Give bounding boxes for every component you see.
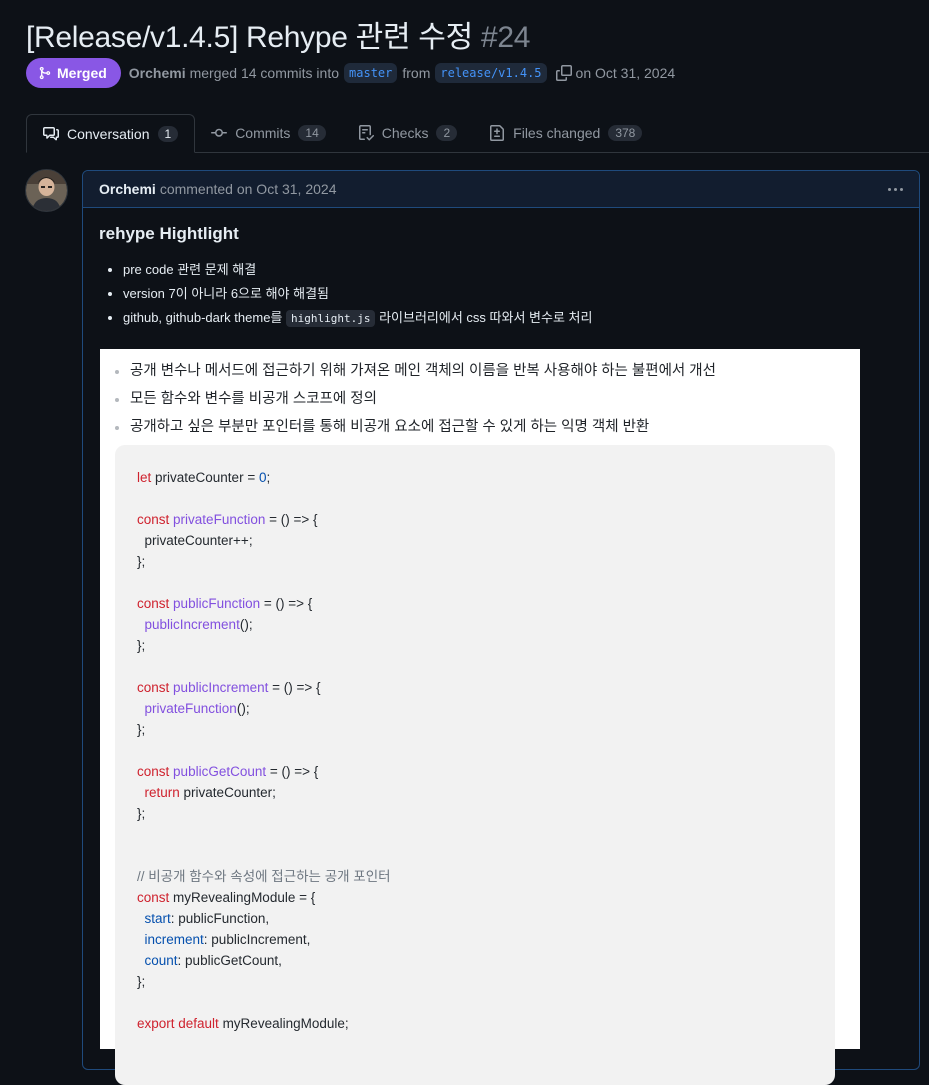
tab-checks[interactable]: Checks 2 — [342, 114, 473, 152]
code-token: privateFunction — [173, 512, 266, 527]
comment-list: pre code 관련 문제 해결 version 7이 아니라 6으로 해야 … — [99, 258, 903, 331]
code-token: return — [144, 785, 180, 800]
list-item: 모든 함수와 변수를 비공개 스코프에 정의 — [115, 385, 860, 413]
code-token: increment — [144, 932, 204, 947]
tab-conversation[interactable]: Conversation 1 — [26, 114, 196, 153]
list-item: version 7이 아니라 6으로 해야 해결됨 — [123, 282, 903, 306]
pr-number: #24 — [480, 21, 531, 54]
list-item: 공개 변수나 메서드에 접근하기 위해 가져온 메인 객체의 이름을 반복 사용… — [115, 357, 860, 385]
list-item: pre code 관련 문제 해결 — [123, 258, 903, 282]
code-token: count — [144, 953, 178, 968]
comment-meta[interactable]: commented on Oct 31, 2024 — [160, 181, 337, 197]
comment-author[interactable]: Orchemi — [99, 181, 156, 197]
code-token: const — [137, 680, 170, 695]
kebab-dot — [894, 187, 897, 191]
code-token: myRevealingModule = { — [169, 890, 316, 905]
pr-title-text: [Release/v1.4.5] Rehype 관련 수정 — [26, 21, 473, 54]
tab-label: Checks — [381, 125, 429, 141]
copy-branch-button[interactable] — [555, 65, 572, 81]
comment-heading: rehype Hightlight — [99, 224, 239, 243]
code-token: publicIncrement — [144, 617, 240, 632]
tab-counter: 14 — [298, 125, 326, 141]
code-token: = () => { — [266, 764, 319, 779]
comment-card: Orchemi commented on Oct 31, 2024 rehype… — [82, 170, 920, 1085]
checklist-icon — [358, 125, 374, 141]
inline-code: highlight.js — [286, 310, 376, 327]
code-token: = () => { — [268, 680, 321, 695]
code-token: = () => { — [260, 596, 313, 611]
list-item: github, github-dark theme를 highlight.js … — [123, 306, 903, 331]
embedded-screenshot: 공개 변수나 메서드에 접근하기 위해 가져온 메인 객체의 이름을 반복 사용… — [100, 349, 860, 1085]
code-token: const — [137, 512, 170, 527]
avatar[interactable] — [25, 169, 68, 212]
code-token: publicGetCount — [173, 764, 267, 779]
code-token: privateCounter++; — [137, 533, 253, 548]
code-token: = () => { — [265, 512, 318, 527]
pr-meta: Merged Orchemi merged 14 commits into ma… — [26, 58, 675, 88]
tab-label: Conversation — [67, 125, 150, 142]
code-token: start — [144, 911, 171, 926]
author-link[interactable]: Orchemi — [129, 65, 186, 81]
list-item-text: github, github-dark theme를 — [123, 310, 286, 325]
kebab-dot — [888, 187, 891, 191]
code-token: privateFunction — [144, 701, 237, 716]
tab-label: Commits — [235, 125, 291, 141]
base-branch[interactable]: master — [344, 63, 398, 83]
tab-counter: 2 — [436, 125, 458, 141]
list-item: 공개하고 싶은 부분만 포인터를 통해 비공개 요소에 접근할 수 있게 하는 … — [115, 413, 860, 441]
code-token: let — [137, 470, 152, 485]
status-badge: Merged — [26, 58, 121, 88]
code-token: privateCounter; — [179, 785, 276, 800]
code-token: : publicIncrement, — [203, 932, 311, 947]
code-comment: // 비공개 함수와 속성에 접근하는 공개 포인터 — [137, 869, 391, 884]
code-block: let privateCounter = 0; const privateFun… — [115, 445, 835, 1085]
code-token: const — [137, 596, 170, 611]
code-token: privateCounter = — [151, 470, 259, 485]
code-token: }; — [137, 974, 146, 989]
code-token: (); — [239, 617, 253, 632]
tab-counter: 1 — [157, 125, 179, 142]
git-commit-icon — [211, 128, 228, 137]
code-token: myRevealingModule; — [218, 1016, 349, 1031]
tab-label: Files changed — [513, 125, 601, 141]
file-diff-icon — [490, 125, 505, 141]
pr-tabs: Conversation 1 Commits 14 Checks 2 Files… — [26, 114, 929, 153]
code-token: ; — [266, 470, 271, 485]
tab-counter: 378 — [608, 125, 643, 141]
comment-body: rehype Hightlight pre code 관련 문제 해결 vers… — [83, 208, 919, 1085]
code-token: export default — [137, 1016, 219, 1031]
code-token: }; — [137, 722, 146, 737]
list-item-text: 라이브러리에서 css 따와서 변수로 처리 — [375, 310, 593, 325]
tab-commits[interactable]: Commits 14 — [195, 114, 342, 152]
code-token: }; — [137, 638, 146, 653]
code-token: }; — [137, 806, 146, 821]
tab-files-changed[interactable]: Files changed 378 — [473, 114, 658, 152]
screenshot-bullets: 공개 변수나 메서드에 접근하기 위해 가져온 메인 객체의 이름을 반복 사용… — [100, 357, 860, 441]
code-token: const — [137, 890, 170, 905]
copy-icon — [555, 65, 572, 81]
merge-date: on Oct 31, 2024 — [575, 65, 676, 81]
code-token: : publicFunction, — [170, 911, 270, 926]
code-token: (); — [236, 701, 250, 716]
code-token: publicFunction — [173, 596, 261, 611]
git-merge-icon — [39, 66, 51, 80]
head-branch[interactable]: release/v1.4.5 — [435, 63, 547, 83]
pr-title: [Release/v1.4.5] Rehype 관련 수정 #24 — [26, 12, 530, 56]
code-token: const — [137, 764, 170, 779]
kebab-menu-button[interactable] — [888, 187, 903, 191]
comment-header: Orchemi commented on Oct 31, 2024 — [83, 171, 919, 208]
code-token: : publicGetCount, — [177, 953, 282, 968]
code-token: }; — [137, 554, 146, 569]
status-label: Merged — [57, 65, 107, 81]
kebab-dot — [900, 187, 903, 191]
comment-discussion-icon — [43, 126, 59, 140]
avatar-image — [26, 170, 67, 211]
merge-text: merged 14 commits into — [189, 65, 340, 81]
code-token: publicIncrement — [173, 680, 269, 695]
from-text: from — [402, 65, 431, 81]
